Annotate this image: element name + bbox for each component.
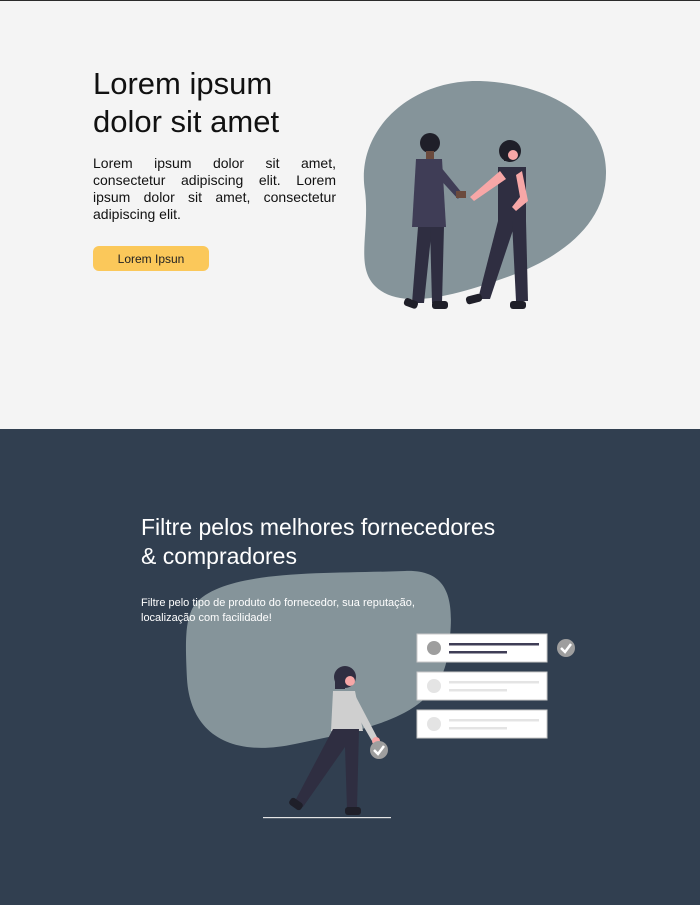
filter-card-1 (416, 633, 548, 663)
check-icon (557, 639, 575, 657)
features-description: Filtre pelo tipo de produto do fornecedo… (141, 597, 415, 624)
walking-woman-figure (289, 666, 388, 815)
features-title: Filtre pelos melhores fornecedores & com… (141, 514, 496, 569)
hero-cta-button[interactable]: Lorem Ipsun (93, 246, 209, 271)
hero-section: Lorem ipsum dolor sit amet Lorem ipsum d… (0, 1, 700, 429)
filter-list-illustration (263, 633, 575, 819)
filter-card-2 (416, 671, 548, 701)
filter-card-3 (416, 709, 548, 739)
handshake-illustration (363, 80, 607, 309)
hero-description: Lorem ipsum dolor sit amet, consectetur … (93, 155, 336, 222)
features-section: Filtre pelos melhores fornecedores & com… (0, 429, 700, 905)
ground-line (263, 817, 391, 819)
hero-title: Lorem ipsum dolor sit amet (93, 66, 280, 139)
